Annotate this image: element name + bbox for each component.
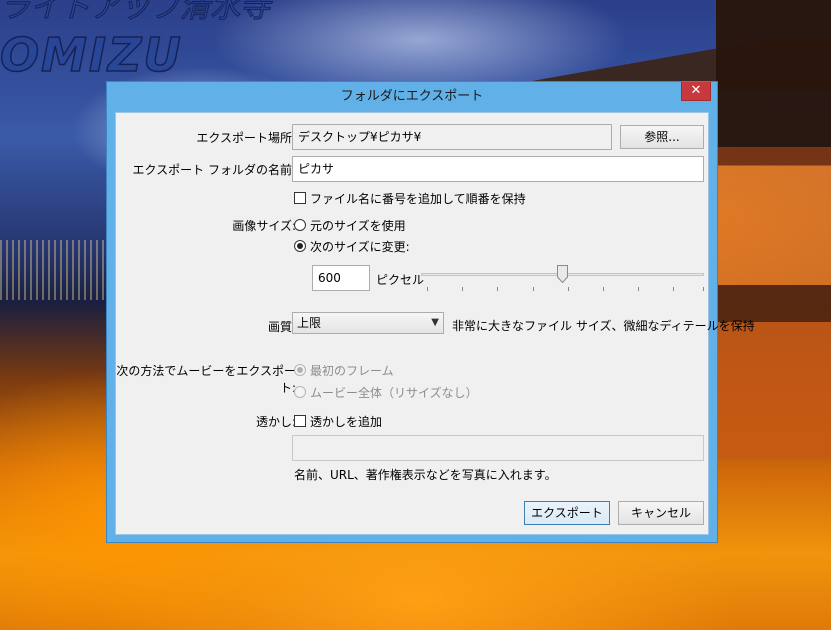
quality-select[interactable]: 上限 ▼	[292, 312, 444, 334]
radio-first-frame[interactable]	[294, 364, 306, 376]
export-button[interactable]: エクスポート	[524, 501, 610, 525]
watermark-label: 透かし:	[255, 415, 296, 429]
export-location-label: エクスポート場所:	[196, 131, 296, 145]
background-title-latin: OMIZU	[0, 27, 183, 83]
export-folder-dialog: フォルダにエクスポート ✕ エクスポート場所: デスクトップ¥ピカサ¥ 参照..…	[106, 81, 755, 543]
radio-original-size[interactable]	[294, 219, 306, 231]
cancel-button[interactable]: キャンセル	[618, 501, 704, 525]
dialog-title: フォルダにエクスポート	[340, 89, 484, 104]
image-size-label: 画像サイズ:	[232, 219, 296, 233]
watermark-checkbox[interactable]	[294, 415, 306, 427]
browse-button[interactable]: 参照...	[620, 125, 704, 149]
watermark-checkbox-label: 透かしを追加	[310, 415, 383, 429]
size-slider-thumb[interactable]	[557, 265, 568, 283]
quality-label: 画質:	[267, 320, 296, 334]
radio-whole-movie-label: ムービー全体（リサイズなし）	[310, 386, 478, 400]
size-slider-ticks	[421, 287, 704, 292]
watermark-hint: 名前、URL、著作権表示などを写真に入れます。	[294, 468, 557, 482]
quality-selected-value: 上限	[297, 316, 322, 330]
close-icon: ✕	[690, 83, 702, 98]
movie-export-label: 次の方法でムービーをエクスポート:	[116, 364, 296, 395]
export-location-field[interactable]: デスクトップ¥ピカサ¥	[292, 124, 612, 150]
quality-description: 非常に大きなファイル サイズ、微細なディテールを保持	[452, 319, 755, 333]
keep-order-checkbox[interactable]	[294, 192, 306, 204]
watermark-text-input[interactable]	[292, 435, 704, 461]
radio-resize[interactable]	[294, 240, 306, 252]
background-city-lights	[0, 240, 120, 300]
radio-whole-movie[interactable]	[294, 386, 306, 398]
close-button[interactable]: ✕	[681, 82, 711, 101]
background-title-japanese: ライトアップ清水寺	[0, 0, 271, 26]
radio-resize-label: 次のサイズに変更:	[310, 240, 410, 254]
size-pixels-input[interactable]: 600	[312, 265, 370, 291]
radio-first-frame-label: 最初のフレーム	[310, 364, 394, 378]
dialog-client-area: エクスポート場所: デスクトップ¥ピカサ¥ 参照... エクスポート フォルダの…	[115, 112, 755, 535]
pixels-unit-label: ピクセル	[376, 273, 425, 287]
folder-name-label: エクスポート フォルダの名前:	[132, 163, 297, 177]
folder-name-input[interactable]: ピカサ	[292, 156, 704, 182]
radio-original-size-label: 元のサイズを使用	[310, 219, 406, 233]
background-temple	[716, 0, 831, 460]
keep-order-label: ファイル名に番号を追加して順番を保持	[310, 192, 526, 206]
chevron-down-icon: ▼	[431, 317, 439, 328]
